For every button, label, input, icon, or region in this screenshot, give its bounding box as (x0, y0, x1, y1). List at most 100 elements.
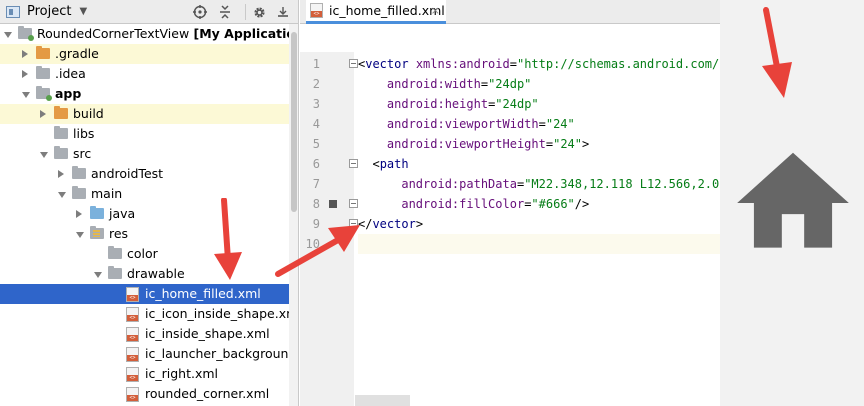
module-folder-icon (36, 86, 52, 101)
tree-item[interactable]: .idea (0, 64, 289, 84)
tree-item-name: ic_icon_inside_shape.xml (145, 306, 299, 321)
code-token: android:width (386, 77, 481, 91)
tree-item[interactable]: drawable (0, 264, 289, 284)
tree-item-label: build (73, 104, 104, 124)
tree-item[interactable]: rounded_corner.xml (0, 384, 289, 404)
scrollbar-thumb[interactable] (291, 32, 297, 212)
target-icon[interactable] (191, 3, 209, 21)
tree-item-label: ic_right.xml (145, 364, 218, 384)
tree-item[interactable]: main (0, 184, 289, 204)
line-number: 8 (312, 197, 320, 211)
code-token: "M22.348,12.118 L12.566,2.09 (524, 177, 720, 191)
code-token: path (379, 157, 409, 171)
code-token: > (415, 217, 424, 231)
project-view-icon (6, 5, 20, 18)
code-line: android:height="24dp" (358, 94, 539, 114)
home-icon (737, 152, 849, 248)
color-swatch-icon (329, 200, 337, 208)
line-number: 3 (312, 97, 320, 111)
code-line: android:fillColor="#666"/> (358, 194, 589, 214)
tree-item-name: RoundedCornerTextView (37, 26, 190, 41)
code-line: android:viewportWidth="24" (358, 114, 575, 134)
tree-item[interactable]: java (0, 204, 289, 224)
tree-item-name: androidTest (91, 166, 164, 181)
tree-item-name: build (73, 106, 104, 121)
folder-icon (72, 166, 86, 179)
collapsed-arrow-icon[interactable] (22, 70, 28, 78)
chevron-down-icon[interactable]: ▼ (79, 6, 87, 17)
gear-icon[interactable] (250, 3, 268, 21)
tree-item[interactable]: .gradle (0, 44, 289, 64)
tree-item[interactable]: androidTest (0, 164, 289, 184)
expanded-arrow-icon[interactable] (4, 32, 12, 38)
code-editor: ic_home_filled.xml × 12345678910 <vector… (300, 0, 720, 406)
code-token: xmlns:android (415, 57, 510, 71)
tree-item[interactable]: ic_right.xml (0, 364, 289, 384)
tree-item[interactable]: src (0, 144, 289, 164)
project-panel-header: Project ▼ (0, 0, 298, 24)
tree-item-label: androidTest (91, 164, 163, 184)
tree-item-label: ic_inside_shape.xml (145, 324, 270, 344)
expanded-arrow-icon[interactable] (58, 192, 66, 198)
code-line (358, 234, 720, 254)
folder-icon (54, 146, 68, 159)
code-area[interactable]: <vector xmlns:android="http://schemas.an… (354, 52, 720, 406)
xml-file-icon (126, 287, 139, 302)
close-icon[interactable]: × (431, 4, 440, 17)
tree-item-label: rounded_corner.xml (145, 384, 269, 404)
collapsed-arrow-icon[interactable] (22, 50, 28, 58)
tree-scrollbar[interactable] (289, 24, 298, 406)
tree-item[interactable]: RoundedCornerTextView [My Application] C… (0, 24, 298, 44)
tree-item[interactable]: color (0, 244, 289, 264)
hide-icon[interactable] (274, 3, 292, 21)
code-token: = (509, 57, 517, 71)
code-token: = (538, 117, 546, 131)
expanded-arrow-icon[interactable] (22, 92, 30, 98)
tree-item-label: java (109, 204, 135, 224)
tree-item-label: ic_launcher_background.xml (145, 344, 298, 364)
expanded-arrow-icon[interactable] (76, 232, 84, 238)
annotation-arrow-tree (214, 198, 242, 280)
tree-item-name: drawable (127, 266, 185, 281)
tree-item[interactable]: build (0, 104, 289, 124)
xml-file-icon (310, 3, 323, 18)
tree-item-label: ic_home_filled.xml (145, 284, 261, 304)
code-token: "24dp" (495, 97, 539, 111)
expanded-arrow-icon[interactable] (40, 152, 48, 158)
collapsed-arrow-icon[interactable] (76, 210, 82, 218)
editor-tab[interactable]: ic_home_filled.xml × (306, 0, 446, 24)
line-number: 4 (312, 117, 320, 131)
tree-item[interactable]: res (0, 224, 289, 244)
tree-item[interactable]: app (0, 84, 289, 104)
code-line: android:viewportHeight="24"> (358, 134, 589, 154)
xml-file-icon (126, 347, 139, 362)
project-view-title[interactable]: Project (27, 4, 71, 19)
editor-tab-strip: ic_home_filled.xml × (300, 0, 720, 24)
tree-item[interactable]: ic_inside_shape.xml (0, 324, 289, 344)
code-token: > (582, 137, 590, 151)
tree-item[interactable]: ic_home_filled.xml (0, 284, 289, 304)
tree-item[interactable]: libs (0, 124, 289, 144)
tree-item-label: ic_icon_inside_shape.xml (145, 304, 299, 324)
tree-item[interactable]: ic_icon_inside_shape.xml (0, 304, 298, 324)
folder-icon (108, 266, 122, 279)
code-line: android:width="24dp" (358, 74, 532, 94)
tree-item-label: .idea (55, 64, 86, 84)
tree-item-name: ic_inside_shape.xml (145, 326, 270, 341)
collapse-icon[interactable] (216, 3, 234, 21)
code-token: vector (365, 57, 416, 71)
code-line: <vector xmlns:android="http://schemas.an… (358, 54, 720, 74)
collapsed-arrow-icon[interactable] (40, 110, 46, 118)
annotation-arrow-preview (762, 7, 792, 98)
line-number: 7 (312, 177, 320, 191)
collapsed-arrow-icon[interactable] (58, 170, 64, 178)
tree-item-name: .idea (55, 66, 86, 81)
xml-file-icon (126, 367, 139, 382)
tree-item[interactable]: ic_launcher_background.xml (0, 344, 298, 364)
horizontal-scrollbar[interactable] (355, 395, 410, 406)
project-tree: RoundedCornerTextView [My Application] C… (0, 24, 298, 404)
expanded-arrow-icon[interactable] (94, 272, 102, 278)
